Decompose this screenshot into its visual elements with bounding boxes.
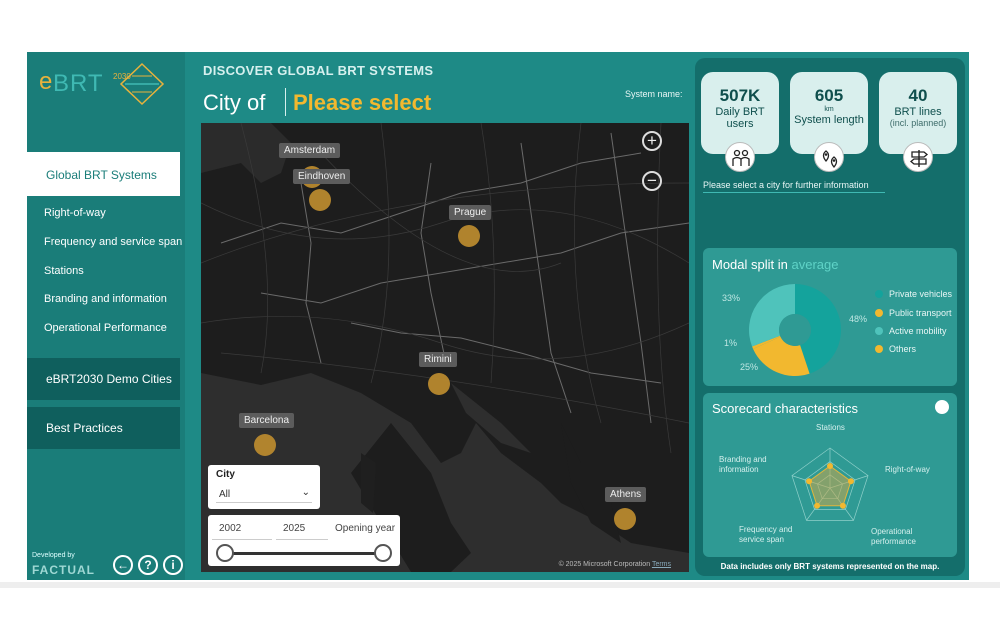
chevron-down-icon[interactable]: ⌄ [302,487,310,498]
modal-split-card: Modal split in average 48% 25% 1% 33% Pr… [703,248,957,386]
year-end-underline [276,539,328,540]
zoom-out-button[interactable]: − [642,171,662,191]
map-copyright: © 2025 Microsoft Corporation Terms [558,561,671,568]
scorecard-card: Scorecard characteristics Stations Right… [703,393,957,557]
kpi-value: 507K [719,86,761,105]
slicer-underline [216,502,312,503]
city-marker-barcelona[interactable] [254,434,276,456]
kpi-sublabel: (incl. planned) [889,118,947,128]
city-marker-prague[interactable] [458,225,480,247]
pie-label-private: 48% [849,314,868,324]
message-underline [703,192,885,193]
kpi-label: Daily BRT users [715,106,765,130]
legend-dot [875,309,883,317]
city-label-athens: Athens [605,487,647,502]
selected-city: Please select [293,90,432,115]
kpi-label: BRT lines [894,106,942,118]
city-slicer-label: City [216,469,235,480]
legend-others[interactable]: Others [875,344,916,354]
kpi-unit: km [824,106,834,113]
legend-dot [875,327,883,335]
ebrt2030-logo: e BRT 2030 [39,62,179,108]
modal-split-pie[interactable] [745,280,845,380]
nav-right-of-way[interactable]: Right-of-way [44,207,106,219]
nav-demo-cities[interactable]: eBRT2030 Demo Cities [27,358,180,400]
radar-label-stations: Stations [816,423,845,432]
nav-stations[interactable]: Stations [44,265,84,277]
kpi-label: System length [794,114,864,126]
city-label-eindhoven: Eindhoven [293,169,351,184]
city-prefix: City of [203,90,266,115]
bottom-strip [0,582,1000,588]
radar-label-branding: Branding and information [719,455,767,474]
year-end-input[interactable]: 2025 [283,523,305,534]
system-name-label: System name: [625,89,683,99]
kpi-daily-users: 507K Daily BRT users [701,72,779,172]
logo-diamond-icon [119,62,165,106]
radar-label-operational-performance: Operational performance [871,527,916,546]
kpi-panel: 507K Daily BRT users 605 km System lengt… [695,58,965,576]
radar-label-right-of-way: Right-of-way [885,465,930,474]
pie-center [779,314,811,346]
report-canvas: e BRT 2030 Global BRT Systems Right-of-w… [27,52,969,580]
info-icon[interactable]: i [163,555,183,575]
pie-label-public: 25% [740,362,759,372]
year-start-input[interactable]: 2002 [219,523,241,534]
city-slicer[interactable]: City All ⌄ [208,465,320,509]
radar-label-frequency: Frequency and service span [739,525,793,544]
city-label-prague: Prague [449,205,492,220]
select-city-message: Please select a city for further informa… [703,180,869,190]
nav-frequency-service-span[interactable]: Frequency and service span [44,236,182,248]
opening-year-slicer[interactable]: 2002 2025 Opening year [208,515,400,566]
city-label-barcelona: Barcelona [239,413,295,428]
title-divider [285,88,286,116]
radar-point-2[interactable] [839,502,846,509]
kpi-value: 605 [814,86,844,105]
city-marker-eindhoven[interactable] [309,189,331,211]
modal-split-title: Modal split in average [712,257,839,272]
kpi-brt-lines: 40 BRT lines (incl. planned) [879,72,957,172]
city-marker-rimini[interactable] [428,373,450,395]
radar-point-4[interactable] [806,478,813,485]
signpost-icon [903,142,933,172]
radar-point-0[interactable] [827,463,833,469]
kpi-value: 40 [908,86,928,105]
year-start-handle[interactable] [216,544,234,562]
nav-branding-information[interactable]: Branding and information [44,293,167,305]
link-icon[interactable] [935,400,949,414]
year-start-underline [212,539,272,540]
legend-dot [875,290,883,298]
people-icon [725,142,755,172]
factual-logo: FACTUAL [32,563,95,577]
map-pins-icon [814,142,844,172]
terms-link[interactable]: Terms [652,561,671,568]
radar-point-3[interactable] [814,502,821,509]
legend-active-mobility[interactable]: Active mobility [875,326,947,336]
year-end-handle[interactable] [374,544,392,562]
city-label-rimini: Rimini [419,352,457,367]
nav-operational-performance[interactable]: Operational Performance [44,322,167,334]
back-arrow-icon[interactable]: ← [113,555,133,575]
city-slicer-value[interactable]: All [219,489,230,500]
sidebar: e BRT 2030 Global BRT Systems Right-of-w… [27,52,185,580]
year-slider-track[interactable] [224,552,384,555]
city-marker-athens[interactable] [614,508,636,530]
legend-dot [875,345,883,353]
radar-point-1[interactable] [847,478,854,485]
help-icon[interactable]: ? [138,555,158,575]
pie-label-others: 1% [724,338,738,348]
zoom-in-button[interactable]: + [642,131,662,151]
developed-by-label: Developed by [32,552,75,559]
legend-private-vehicles[interactable]: Private vehicles [875,289,952,299]
scorecard-title: Scorecard characteristics [712,401,858,416]
kpi-system-length: 605 km System length [790,72,868,172]
nav-global-brt-systems[interactable]: Global BRT Systems [27,152,180,196]
pie-label-active: 33% [722,293,741,303]
city-label-amsterdam: Amsterdam [279,143,341,158]
data-disclaimer: Data includes only BRT systems represent… [720,562,940,571]
nav-best-practices[interactable]: Best Practices [27,407,180,449]
page-title: DISCOVER GLOBAL BRT SYSTEMS [203,63,434,78]
opening-year-label: Opening year [335,523,396,534]
legend-public-transport[interactable]: Public transport [875,308,952,318]
